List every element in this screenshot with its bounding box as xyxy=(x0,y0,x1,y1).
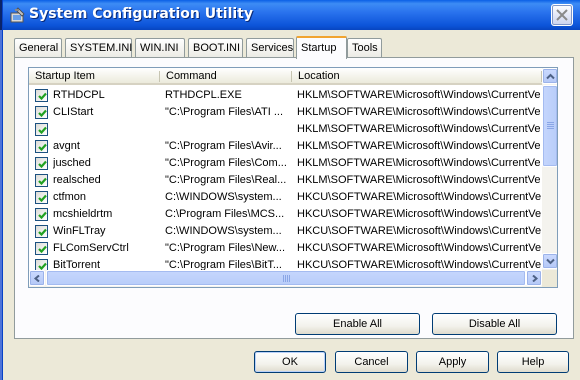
column-command[interactable]: Command xyxy=(160,68,292,85)
startup-item-checkbox[interactable] xyxy=(35,225,48,238)
chevron-down-icon xyxy=(546,258,555,265)
system-configuration-dialog: System Configuration Utility General SYS… xyxy=(2,0,580,380)
enable-all-button[interactable]: Enable All xyxy=(295,313,420,335)
command-cell: "C:\Program Files\Real... xyxy=(165,174,287,186)
scrollbar-corner xyxy=(542,270,557,287)
horizontal-scrollbar[interactable] xyxy=(29,270,542,287)
checkmark-icon xyxy=(38,228,47,237)
column-label: Location xyxy=(298,70,340,82)
msconfig-icon xyxy=(9,7,26,24)
command-cell: "C:\Program Files\ATI ... xyxy=(165,106,283,118)
table-row[interactable]: jusched "C:\Program Files\Com... HKLM\SOFT… xyxy=(29,155,542,172)
location-cell: HKCU\SOFTWARE\Microsoft\Windows\CurrentV… xyxy=(297,242,541,254)
table-row[interactable]: avgnt "C:\Program Files\Avir... HKLM\SOFTW… xyxy=(29,138,542,155)
title-bar[interactable]: System Configuration Utility xyxy=(3,0,580,30)
scroll-down-button[interactable] xyxy=(542,253,557,269)
location-cell: HKLM\SOFTWARE\Microsoft\Windows\CurrentV… xyxy=(297,157,541,169)
startup-item-cell: FLComServCtrl xyxy=(53,242,129,254)
startup-item-cell: avgnt xyxy=(53,140,80,152)
column-label: Startup Item xyxy=(35,70,95,82)
list-rows: RTHDCPL RTHDCPL.EXE HKLM\SOFTWARE\Microsof… xyxy=(29,87,542,287)
startup-item-checkbox[interactable] xyxy=(35,89,48,102)
location-cell: HKLM\SOFTWARE\Microsoft\Windows\CurrentV… xyxy=(297,89,541,101)
chevron-right-icon xyxy=(532,275,539,282)
column-label: Command xyxy=(166,70,217,82)
startup-item-cell: jusched xyxy=(53,157,91,169)
startup-list[interactable]: Startup Item Command Location RTHDCPL RTH… xyxy=(28,67,558,288)
startup-item-checkbox[interactable] xyxy=(35,242,48,255)
startup-item-checkbox[interactable] xyxy=(35,191,48,204)
startup-item-cell: ctfmon xyxy=(53,191,87,203)
tab-general[interactable]: General xyxy=(14,38,62,57)
command-cell: "C:\Program Files\New... xyxy=(165,242,286,254)
column-location[interactable]: Location xyxy=(292,68,542,85)
startup-item-checkbox[interactable] xyxy=(35,208,48,221)
cancel-button[interactable]: Cancel xyxy=(335,351,408,373)
location-cell: HKCU\SOFTWARE\Microsoft\Windows\CurrentV… xyxy=(297,225,541,237)
ok-button[interactable]: OK xyxy=(254,351,326,373)
horizontal-scroll-thumb[interactable] xyxy=(46,270,526,286)
command-cell: C:\Program Files\MCS... xyxy=(165,208,285,220)
chevron-up-icon xyxy=(546,73,555,80)
command-cell: "C:\Program Files\Avir... xyxy=(165,140,282,152)
scroll-right-button[interactable] xyxy=(526,270,542,286)
checkmark-icon xyxy=(38,245,47,254)
checkmark-icon xyxy=(38,109,47,118)
startup-item-checkbox[interactable] xyxy=(35,123,48,136)
tab-boot-ini[interactable]: BOOT.INI xyxy=(188,38,243,57)
help-button[interactable]: Help xyxy=(497,351,569,373)
tab-startup[interactable]: Startup xyxy=(296,36,347,59)
tab-system-ini[interactable]: SYSTEM.INI xyxy=(65,38,132,57)
chevron-left-icon xyxy=(33,275,40,282)
location-cell: HKLM\SOFTWARE\Microsoft\Windows\CurrentV… xyxy=(297,140,541,152)
startup-item-cell: realsched xyxy=(53,174,101,186)
table-row[interactable]: HKLM\SOFTWARE\Microsoft\Windows\CurrentV… xyxy=(29,121,542,138)
location-cell: HKLM\SOFTWARE\Microsoft\Windows\CurrentV… xyxy=(297,123,541,135)
tab-tools[interactable]: Tools xyxy=(347,38,382,57)
vertical-scroll-thumb[interactable] xyxy=(542,85,557,167)
checkmark-icon xyxy=(38,160,47,169)
startup-item-cell: mcshieldrtm xyxy=(53,208,113,220)
checkmark-icon xyxy=(38,211,47,220)
checkmark-icon xyxy=(38,177,47,186)
column-startup-item[interactable]: Startup Item xyxy=(29,68,160,85)
tab-win-ini[interactable]: WIN.INI xyxy=(135,38,185,57)
close-icon xyxy=(556,9,568,21)
command-cell: "C:\Program Files\Com... xyxy=(165,157,287,169)
checkmark-icon xyxy=(38,92,47,101)
vertical-scrollbar[interactable] xyxy=(542,68,557,270)
startup-item-checkbox[interactable] xyxy=(35,140,48,153)
checkmark-icon xyxy=(38,143,47,152)
startup-item-checkbox[interactable] xyxy=(35,157,48,170)
command-cell: RTHDCPL.EXE xyxy=(165,89,242,101)
table-row[interactable]: WinFLTray C:\WINDOWS\system... HKCU\SOFTWA… xyxy=(29,223,542,240)
location-cell: HKLM\SOFTWARE\Microsoft\Windows\CurrentV… xyxy=(297,174,541,186)
command-cell: C:\WINDOWS\system... xyxy=(165,225,282,237)
table-row[interactable]: RTHDCPL RTHDCPL.EXE HKLM\SOFTWARE\Microsof… xyxy=(29,87,542,104)
checkmark-icon xyxy=(38,126,47,135)
table-row[interactable]: mcshieldrtm C:\Program Files\MCS... HKCU\S… xyxy=(29,206,542,223)
table-row[interactable]: ctfmon C:\WINDOWS\system... HKCU\SOFTWARE\… xyxy=(29,189,542,206)
scroll-up-button[interactable] xyxy=(542,68,557,84)
startup-item-cell: RTHDCPL xyxy=(53,89,105,101)
disable-all-button[interactable]: Disable All xyxy=(432,313,557,335)
startup-item-cell: CLIStart xyxy=(53,106,94,118)
list-header: Startup Item Command Location xyxy=(29,68,542,85)
scroll-left-button[interactable] xyxy=(29,270,45,286)
location-cell: HKCU\SOFTWARE\Microsoft\Windows\CurrentV… xyxy=(297,191,541,203)
table-row[interactable]: CLIStart "C:\Program Files\ATI ... HKLM\SO… xyxy=(29,104,542,121)
table-row[interactable]: realsched "C:\Program Files\Real... HKLM\S… xyxy=(29,172,542,189)
checkmark-icon xyxy=(38,194,47,203)
close-button[interactable] xyxy=(551,4,573,26)
startup-item-checkbox[interactable] xyxy=(35,106,48,119)
startup-item-cell: WinFLTray xyxy=(53,225,106,237)
startup-item-checkbox[interactable] xyxy=(35,174,48,187)
location-cell: HKLM\SOFTWARE\Microsoft\Windows\CurrentV… xyxy=(297,106,541,118)
location-cell: HKCU\SOFTWARE\Microsoft\Windows\CurrentV… xyxy=(297,208,541,220)
command-cell: C:\WINDOWS\system... xyxy=(165,191,282,203)
window-title: System Configuration Utility xyxy=(29,6,253,22)
tab-services[interactable]: Services xyxy=(246,38,294,57)
table-row[interactable]: FLComServCtrl "C:\Program Files\New... HKC… xyxy=(29,240,542,257)
apply-button[interactable]: Apply xyxy=(416,351,489,373)
